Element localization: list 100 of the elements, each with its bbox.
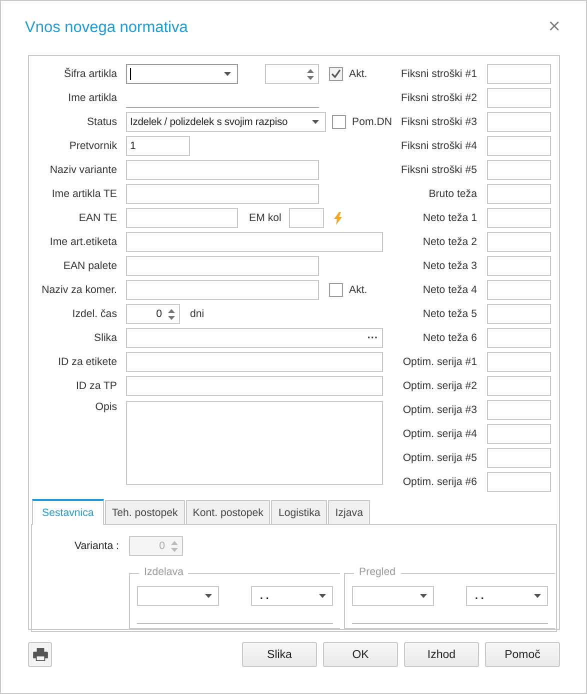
field-label: Neto teža 2 <box>422 236 477 248</box>
field-label: Optim. serija #5 <box>402 452 477 464</box>
field-label: Neto teža 6 <box>422 332 477 344</box>
field-label: Fiksni stroški #5 <box>400 164 477 176</box>
field-label: EAN TE <box>78 212 117 224</box>
field-label: Ime artikla <box>67 92 117 104</box>
dialog-button[interactable]: Slika <box>242 642 317 667</box>
field-label: Optim. serija #6 <box>402 476 477 488</box>
field-label: Optim. serija #4 <box>402 428 477 440</box>
date-dropdown[interactable]: . . <box>251 586 333 606</box>
text-field[interactable] <box>126 376 383 396</box>
field-label: Ime artikla TE <box>50 188 117 200</box>
text-field[interactable] <box>126 160 319 180</box>
field-label: Naziv variante <box>48 164 117 176</box>
date-dropdown[interactable]: . . <box>466 586 548 606</box>
text-field[interactable] <box>126 232 383 252</box>
group-title: Izdelava <box>139 566 188 578</box>
dialog-button[interactable]: OK <box>323 642 398 667</box>
text-field[interactable] <box>487 232 551 252</box>
pom-dn-checkbox[interactable]: Pom.DN <box>332 115 392 129</box>
tab[interactable]: Teh. postopek <box>104 500 185 524</box>
text-field[interactable] <box>126 184 319 204</box>
text-field[interactable] <box>487 304 551 324</box>
field-label: Pretvornik <box>68 140 117 152</box>
text-field[interactable] <box>487 472 551 492</box>
field-label: Fiksni stroški #2 <box>400 92 477 104</box>
window-title: Vnos novega normativa <box>25 19 188 37</box>
field-label: Fiksni stroški #3 <box>400 116 477 128</box>
field-label: Fiksni stroški #1 <box>400 68 477 80</box>
text-field[interactable] <box>487 280 551 300</box>
spinner-field[interactable]: 0 <box>126 304 180 324</box>
text-field[interactable]: 1 <box>126 136 190 156</box>
field-label: Optim. serija #1 <box>402 356 477 368</box>
tab[interactable]: Logistika <box>271 500 328 524</box>
tab[interactable]: Kont. postopek <box>186 500 270 524</box>
tab[interactable]: Izjava <box>328 500 370 524</box>
field-label: Optim. serija #2 <box>402 380 477 392</box>
dropdown[interactable]: Izdelek / polizdelek s svojim razpiso <box>126 112 326 132</box>
field-label: Neto teža 5 <box>422 308 477 320</box>
text-field[interactable] <box>487 328 551 348</box>
field-label: Šifra artikla <box>63 68 117 80</box>
text-field[interactable] <box>487 88 551 108</box>
field-label: Status <box>86 116 117 128</box>
field-label: Fiksni stroški #4 <box>400 140 477 152</box>
lightning-icon[interactable] <box>334 212 342 224</box>
field-label: EAN palete <box>62 260 117 272</box>
text-field[interactable] <box>487 64 551 84</box>
text-field[interactable] <box>289 208 324 228</box>
dropdown[interactable] <box>352 586 434 606</box>
akt-checkbox[interactable]: Akt. <box>329 283 368 297</box>
field-label: Ime art.etiketa <box>48 236 117 248</box>
group-title: Pregled <box>354 566 401 578</box>
dropdown[interactable] <box>137 586 219 606</box>
field-label: Naziv za komer. <box>40 284 117 296</box>
field-label: Opis <box>94 401 117 413</box>
field-label: Neto teža 4 <box>422 284 477 296</box>
caret-icon <box>534 594 541 598</box>
text-area[interactable] <box>126 401 383 485</box>
unit-label: dni <box>190 308 204 320</box>
caret-icon <box>205 594 212 598</box>
text-field[interactable] <box>487 376 551 396</box>
dropdown[interactable] <box>126 64 238 84</box>
text-field[interactable] <box>487 160 551 180</box>
text-field[interactable] <box>126 256 319 276</box>
text-field[interactable] <box>487 256 551 276</box>
field-label: Varianta : <box>73 540 119 552</box>
dialog-button[interactable]: Izhod <box>404 642 479 667</box>
printer-icon <box>32 648 48 661</box>
text-field[interactable] <box>126 208 238 228</box>
text-field[interactable] <box>487 208 551 228</box>
field-label: Neto teža 1 <box>422 212 477 224</box>
file-field[interactable]: ··· <box>126 328 383 348</box>
spin-arrows-icon <box>168 308 175 320</box>
caret-icon <box>319 594 326 598</box>
spin-arrows-icon <box>307 68 314 80</box>
field-label: ID za etikete <box>57 356 117 368</box>
close-button[interactable]: × <box>544 18 564 34</box>
spin-arrows-icon <box>171 540 178 552</box>
text-field[interactable] <box>487 400 551 420</box>
dialog-button[interactable]: Pomoč <box>485 642 560 667</box>
caret-icon <box>312 120 319 124</box>
text-field[interactable] <box>487 112 551 132</box>
text-field[interactable] <box>487 184 551 204</box>
field-label: EM kol <box>249 212 282 224</box>
field-label: Neto teža 3 <box>422 260 477 272</box>
text-field[interactable] <box>126 280 319 300</box>
field-label: Izdel. čas <box>71 308 117 320</box>
text-field[interactable] <box>487 352 551 372</box>
text-field[interactable] <box>126 352 383 372</box>
caret-icon <box>224 72 231 76</box>
field-label: ID za TP <box>74 380 117 392</box>
akt-checkbox[interactable]: Akt. <box>329 67 368 81</box>
spinner-field[interactable] <box>265 64 319 84</box>
field-label: Slika <box>93 332 117 344</box>
text-field[interactable] <box>487 136 551 156</box>
print-button[interactable] <box>28 642 52 667</box>
checkmark-icon <box>330 68 342 80</box>
text-field[interactable] <box>487 448 551 468</box>
caret-icon <box>420 594 427 598</box>
text-field[interactable] <box>487 424 551 444</box>
